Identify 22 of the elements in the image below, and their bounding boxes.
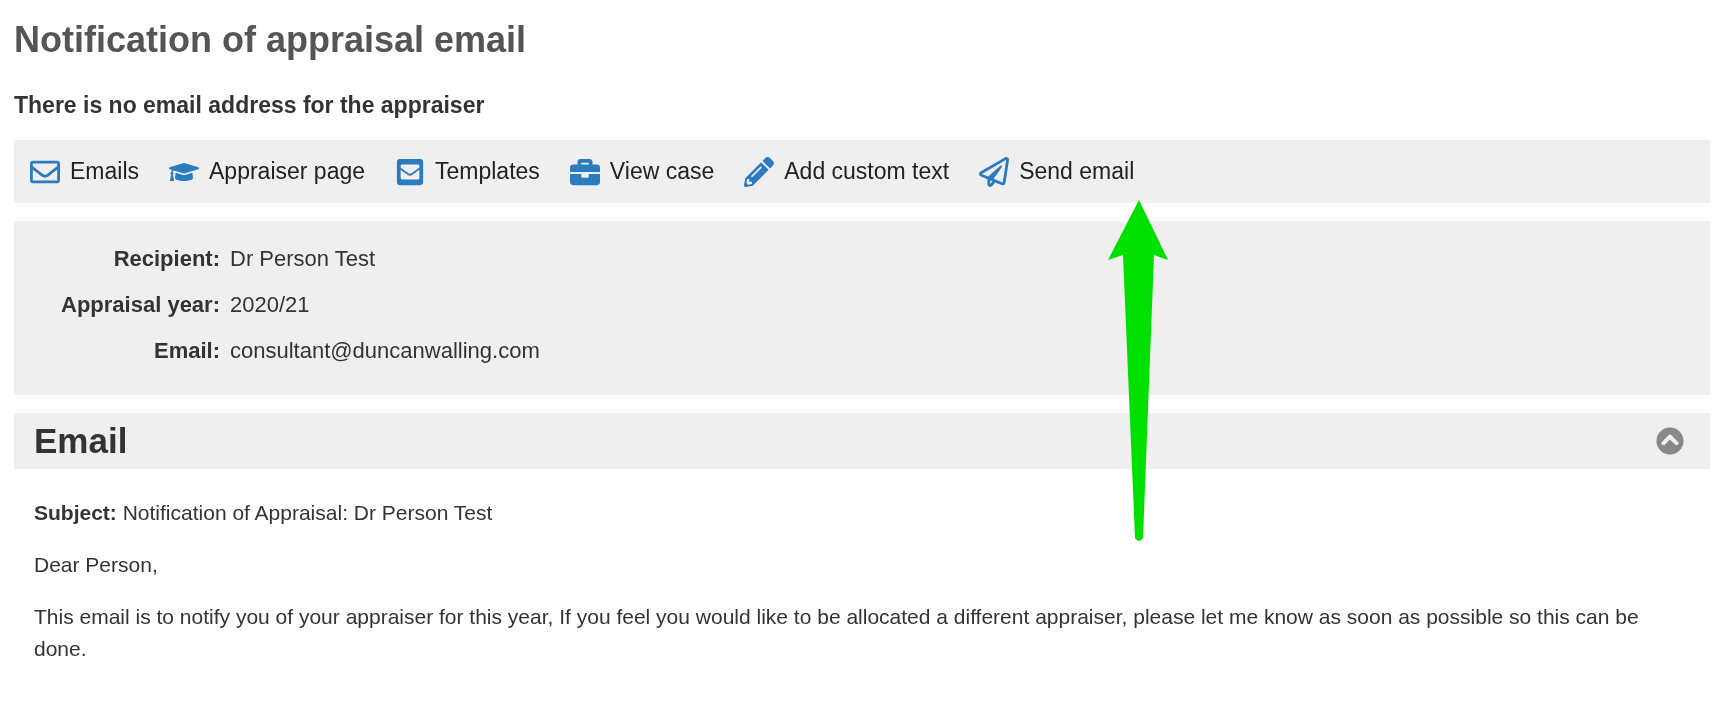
- email-subject: Subject: Notification of Appraisal: Dr Person Test: [34, 500, 493, 526]
- email-paragraph: This email is to notify you of your appraiser for this year, If you feel you would like to be allocated a different appraiser, please let me know as soon as possible so this can be done.: [34, 604, 1640, 662]
- detail-label: Recipient:: [112, 245, 220, 273]
- collapse-toggle[interactable]: [1656, 427, 1684, 455]
- toolbar-link[interactable]: View case: [569, 154, 715, 189]
- page-title: Notification of appraisal email: [14, 18, 527, 62]
- briefcase-icon: [569, 156, 600, 187]
- toolbar-link[interactable]: Send email: [979, 154, 1135, 189]
- email-paragraph: Dear Person,: [34, 552, 159, 578]
- toolbar-link[interactable]: Appraiser page: [169, 154, 365, 189]
- detail-value: 2020/21: [230, 291, 310, 319]
- detail-label: Email:: [152, 337, 220, 365]
- section-title: Email: [34, 419, 128, 462]
- paper-plane-icon: [979, 156, 1010, 187]
- detail-value: Dr Person Test: [230, 245, 376, 273]
- detail-value: consultant@duncanwalling.com: [230, 337, 540, 365]
- toolbar-link[interactable]: Templates: [395, 154, 540, 189]
- detail-label: Appraisal year:: [60, 291, 220, 319]
- pencil-icon: [744, 156, 775, 187]
- warning-message: There is no email address for the appraiser: [14, 91, 485, 120]
- toolbar-link[interactable]: Emails: [30, 154, 139, 189]
- toolbar-link[interactable]: Add custom text: [744, 154, 950, 189]
